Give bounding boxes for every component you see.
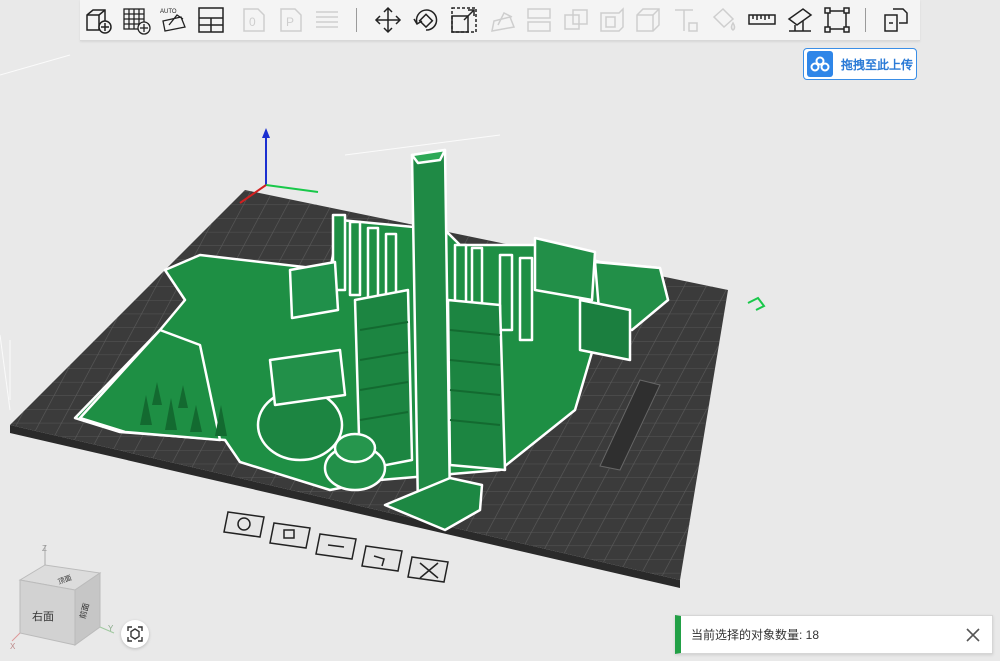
list-icon[interactable] <box>311 4 343 36</box>
auto-arrange-icon[interactable]: AUTO <box>158 4 190 36</box>
svg-text:P: P <box>286 15 294 29</box>
close-icon[interactable] <box>962 624 984 646</box>
plate-auto-orient-button[interactable] <box>223 511 265 538</box>
main-toolbar: AUTO 0 P <box>80 0 920 41</box>
plate-delete-button[interactable] <box>407 556 449 583</box>
lay-flat-icon[interactable] <box>487 4 519 36</box>
scale-icon[interactable] <box>448 4 480 36</box>
plate-settings-button[interactable] <box>315 533 357 560</box>
plate-rename-button[interactable] <box>361 545 403 572</box>
split-parts-icon[interactable] <box>880 4 912 36</box>
axis-z-label: Z <box>42 545 47 553</box>
support-icon[interactable] <box>784 4 816 36</box>
svg-text:0: 0 <box>249 15 256 29</box>
rotate-icon[interactable] <box>410 4 442 36</box>
add-plate-icon[interactable] <box>120 4 152 36</box>
svg-text:AUTO: AUTO <box>160 9 177 15</box>
plate-lock-button[interactable] <box>269 522 311 549</box>
move-icon[interactable] <box>372 4 404 36</box>
measure-box-icon[interactable] <box>632 4 664 36</box>
copy-plate-icon[interactable]: 0 <box>237 4 269 36</box>
upload-label: 拖拽至此上传 <box>841 57 914 72</box>
ruler-icon[interactable] <box>746 4 778 36</box>
paste-plate-icon[interactable]: P <box>274 4 306 36</box>
focus-icon <box>127 626 143 642</box>
right-face-label: 右面 <box>32 609 54 623</box>
fit-view-icon[interactable] <box>821 4 853 36</box>
paint-icon[interactable] <box>708 4 740 36</box>
cut-icon[interactable] <box>523 4 555 36</box>
selection-notification: 当前选择的对象数量: 18 <box>675 615 993 654</box>
add-model-icon[interactable] <box>82 4 114 36</box>
camera-reset-button[interactable] <box>121 620 149 648</box>
boolean-icon[interactable] <box>560 4 592 36</box>
3d-viewport[interactable] <box>0 0 1000 661</box>
view-cube[interactable]: Z Y X 右面 前面 顶面 <box>10 544 120 655</box>
axis-x-label: X <box>10 642 16 651</box>
hollow-icon[interactable] <box>596 4 628 36</box>
drag-upload-button[interactable]: 拖拽至此上传 <box>803 48 917 80</box>
notification-message: 当前选择的对象数量: 18 <box>691 628 820 642</box>
cloud-upload-icon <box>807 51 833 77</box>
layout-icon[interactable] <box>195 4 227 36</box>
text-icon[interactable] <box>670 4 702 36</box>
axis-y-label: Y <box>108 624 114 633</box>
